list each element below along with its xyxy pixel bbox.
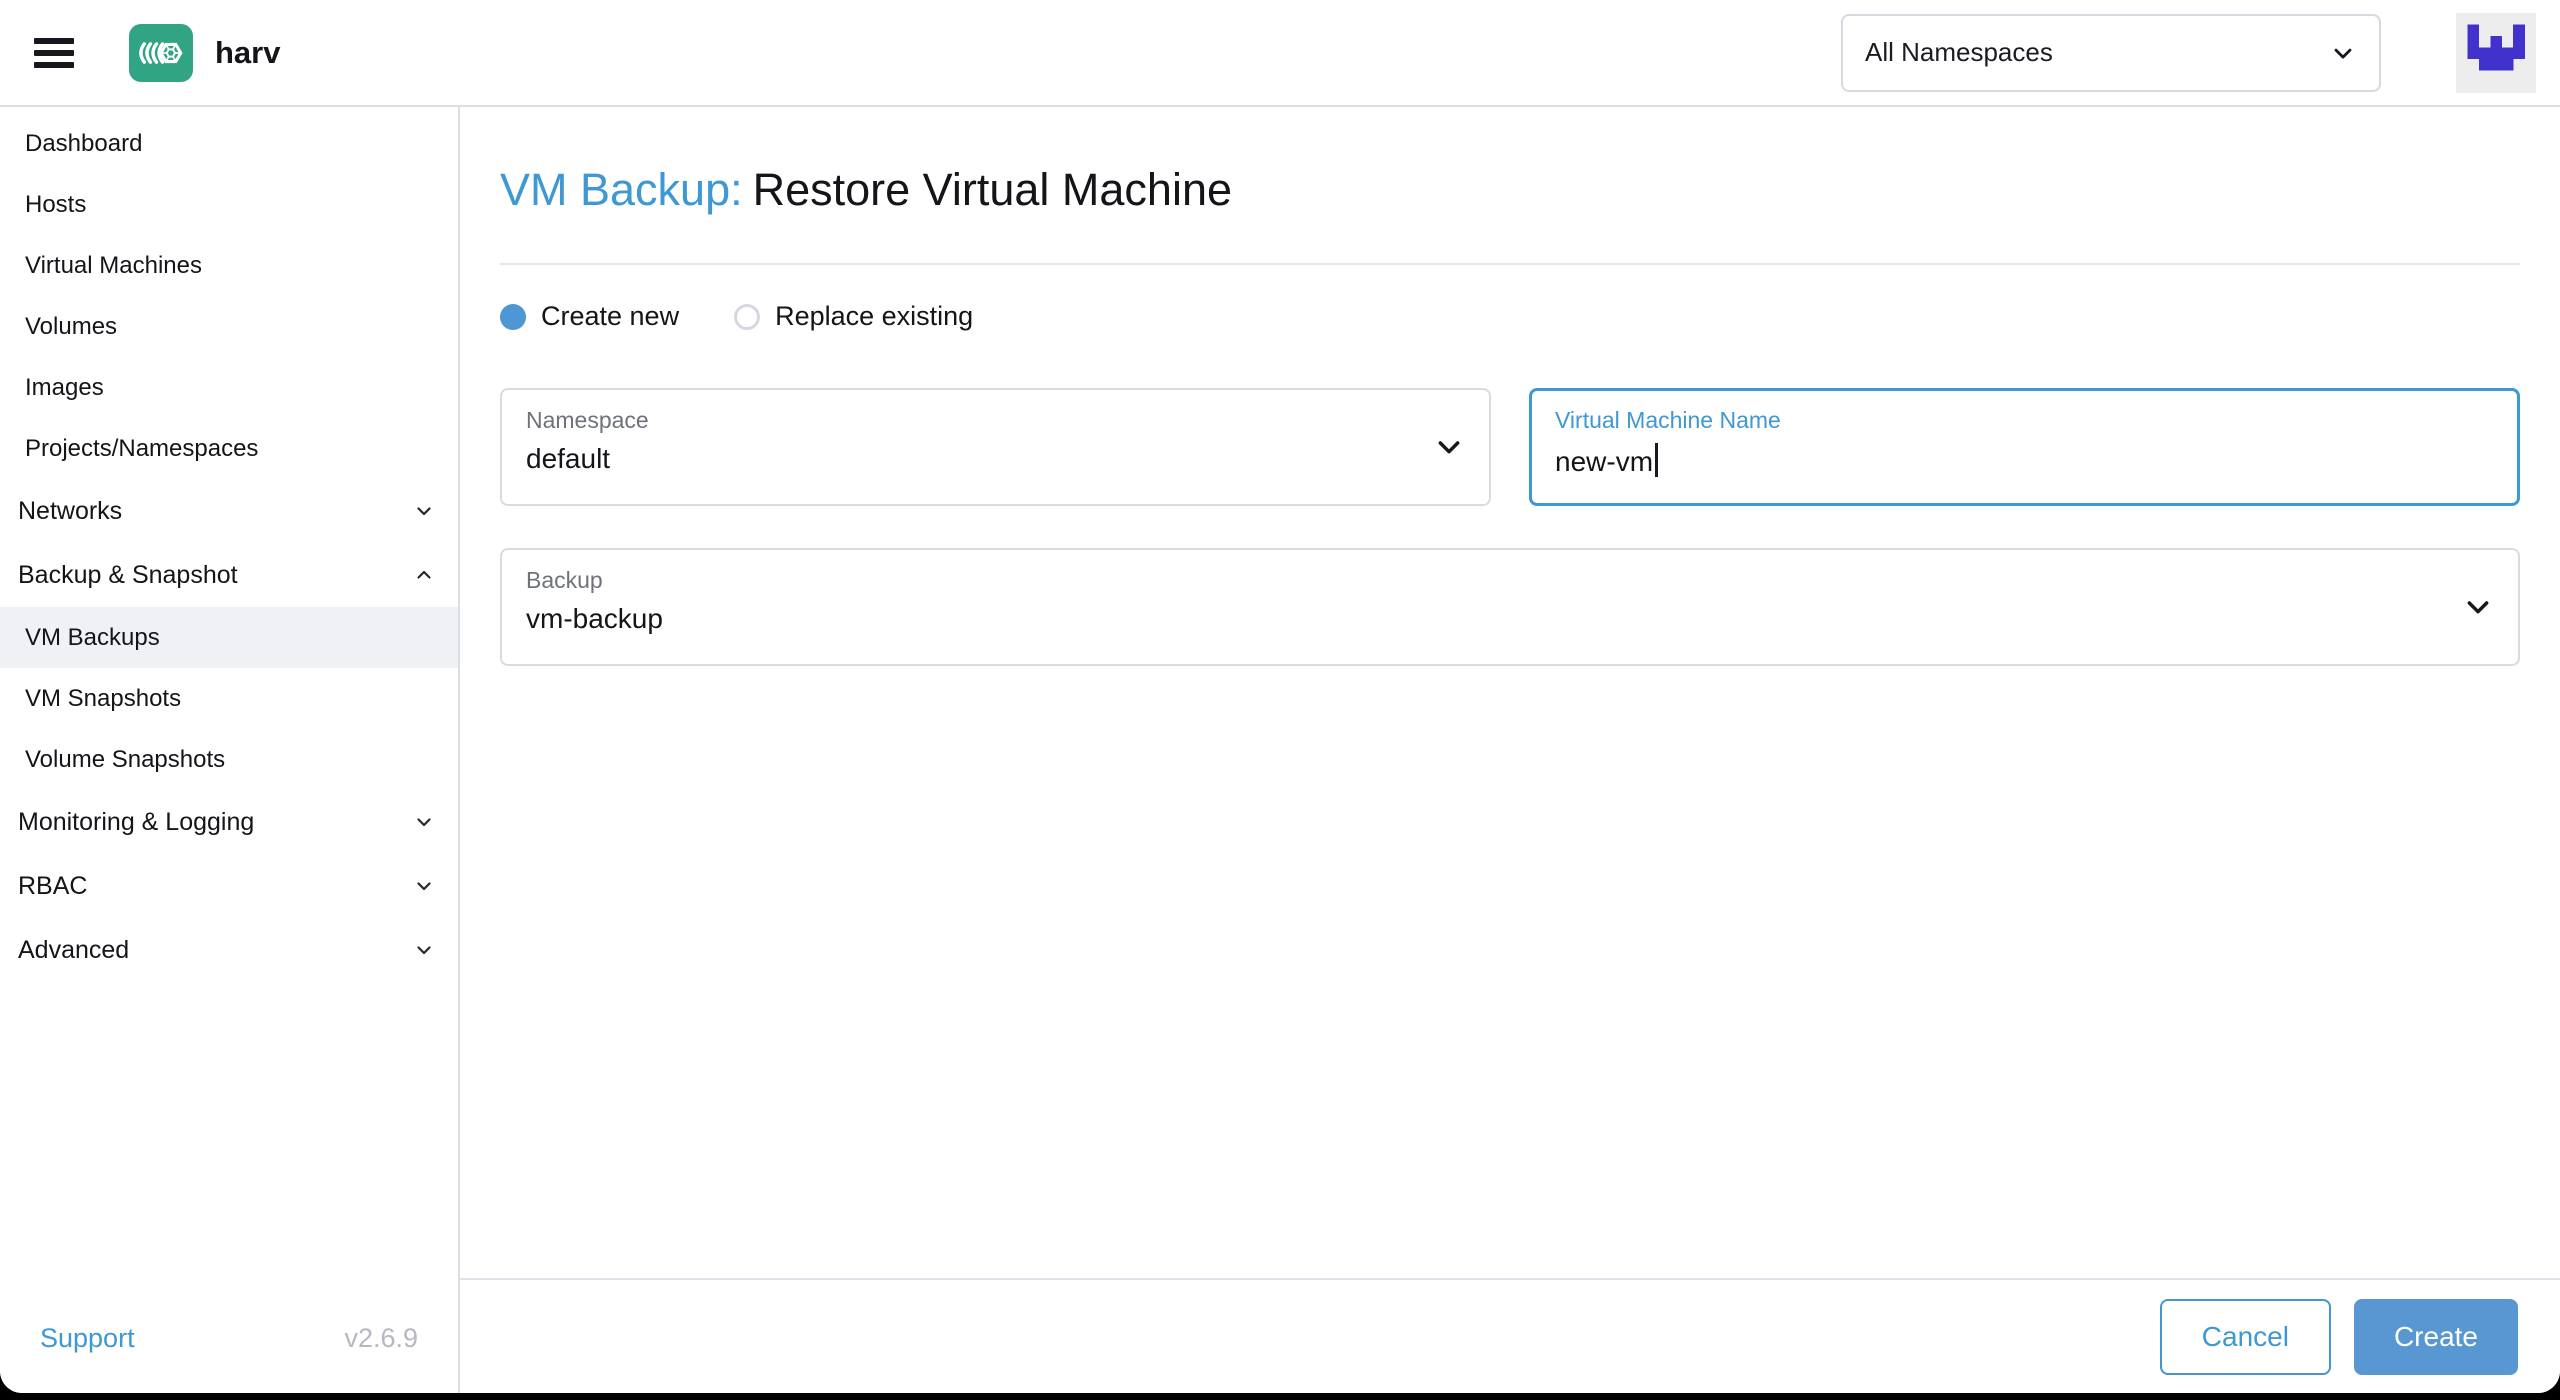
sidebar-group-rbac[interactable]: RBAC (0, 854, 458, 918)
sidebar-item-dashboard[interactable]: Dashboard (0, 113, 458, 174)
brand-name: harv (215, 34, 281, 70)
field-value: new-vm (1555, 443, 2448, 478)
sidebar-item-vm-snapshots[interactable]: VM Snapshots (0, 668, 458, 729)
field-label: Backup (526, 567, 603, 593)
sidebar-item-label: VM Backups (25, 623, 160, 651)
sidebar-item-label: Projects/Namespaces (25, 434, 259, 462)
app-header: harv All Namespaces (0, 0, 2560, 107)
brand[interactable]: harv (129, 23, 281, 82)
vm-name-value: new-vm (1555, 446, 1654, 477)
sidebar-group-backup-snapshot[interactable]: Backup & Snapshot (0, 543, 458, 607)
version-label: v2.6.9 (344, 1322, 418, 1353)
page-title: VM Backup: Restore Virtual Machine (500, 163, 2520, 217)
form-row-1: Namespace default Virtual Machine Name n… (500, 388, 2520, 506)
text-cursor (1655, 443, 1659, 477)
sidebar-group-networks[interactable]: Networks (0, 479, 458, 543)
sidebar-group-label: RBAC (18, 871, 88, 900)
namespace-filter-value: All Namespaces (1865, 37, 2053, 67)
sidebar-item-label: Images (25, 373, 104, 401)
vm-name-input[interactable]: Virtual Machine Name new-vm (1529, 388, 2520, 506)
title-divider (500, 263, 2520, 265)
sidebar-item-label: Virtual Machines (25, 251, 202, 279)
radio-selected-icon (500, 303, 526, 330)
chevron-down-icon (1433, 431, 1465, 463)
main-panel: VM Backup: Restore Virtual Machine Create… (460, 107, 2560, 1393)
chevron-down-icon (412, 938, 436, 962)
radio-label: Replace existing (775, 301, 974, 331)
sidebar-group-advanced[interactable]: Advanced (0, 918, 458, 982)
page-title-prefix: VM Backup: (500, 164, 743, 215)
sidebar: Dashboard Hosts Virtual Machines Volumes… (0, 107, 460, 1393)
sidebar-item-images[interactable]: Images (0, 357, 458, 418)
support-link[interactable]: Support (40, 1323, 135, 1354)
sidebar-item-volumes[interactable]: Volumes (0, 296, 458, 357)
sidebar-item-vm-backups[interactable]: VM Backups (0, 607, 458, 668)
chevron-down-icon (412, 874, 436, 898)
sidebar-item-label: Dashboard (25, 129, 143, 157)
chevron-down-icon (412, 810, 436, 834)
namespace-filter-dropdown[interactable]: All Namespaces (1841, 13, 2381, 92)
sidebar-group-label: Backup & Snapshot (18, 560, 238, 589)
radio-unselected-icon (734, 303, 761, 330)
create-button[interactable]: Create (2353, 1298, 2518, 1375)
sidebar-group-label: Monitoring & Logging (18, 807, 255, 836)
chevron-down-icon (412, 499, 436, 523)
sidebar-item-projects-namespaces[interactable]: Projects/Namespaces (0, 418, 458, 479)
sidebar-group-label: Advanced (18, 935, 130, 964)
radio-create-new[interactable]: Create new (500, 301, 679, 332)
user-avatar[interactable] (2456, 12, 2536, 93)
sidebar-item-virtual-machines[interactable]: Virtual Machines (0, 235, 458, 296)
field-value: default (526, 443, 611, 474)
sidebar-footer: Support v2.6.9 (0, 1283, 458, 1393)
sidebar-item-label: Volume Snapshots (25, 745, 226, 773)
sidebar-group-label: Networks (18, 496, 123, 525)
sidebar-group-monitoring-logging[interactable]: Monitoring & Logging (0, 790, 458, 854)
app-window: harv All Namespaces Dashboard Hosts Virt… (0, 0, 2560, 1393)
field-label: Virtual Machine Name (1555, 407, 1781, 433)
field-label: Namespace (526, 407, 649, 433)
form-row-2: Backup vm-backup (500, 548, 2520, 666)
cancel-button[interactable]: Cancel (2159, 1298, 2331, 1375)
namespace-select[interactable]: Namespace default (500, 388, 1491, 506)
body-row: Dashboard Hosts Virtual Machines Volumes… (0, 107, 2560, 1393)
chevron-down-icon (2329, 39, 2357, 67)
sidebar-item-label: VM Snapshots (25, 684, 182, 712)
sidebar-item-label: Volumes (25, 312, 118, 340)
chevron-up-icon (412, 563, 436, 587)
sidebar-item-volume-snapshots[interactable]: Volume Snapshots (0, 729, 458, 790)
backup-select[interactable]: Backup vm-backup (500, 548, 2520, 666)
chevron-down-icon (2462, 591, 2494, 623)
radio-replace-existing[interactable]: Replace existing (734, 301, 973, 332)
action-bar: Cancel Create (460, 1278, 2560, 1393)
harvester-logo-icon (129, 23, 193, 82)
sidebar-nav: Dashboard Hosts Virtual Machines Volumes… (0, 107, 458, 1283)
field-value: vm-backup (526, 603, 663, 634)
sidebar-item-label: Hosts (25, 190, 87, 218)
sidebar-item-hosts[interactable]: Hosts (0, 174, 458, 235)
restore-vm-form: VM Backup: Restore Virtual Machine Create… (460, 107, 2560, 1278)
menu-icon[interactable] (34, 37, 74, 68)
radio-label: Create new (541, 301, 680, 331)
restore-mode-radio-group: Create new Replace existing (500, 301, 2520, 332)
page-title-name: Restore Virtual Machine (752, 164, 1233, 215)
